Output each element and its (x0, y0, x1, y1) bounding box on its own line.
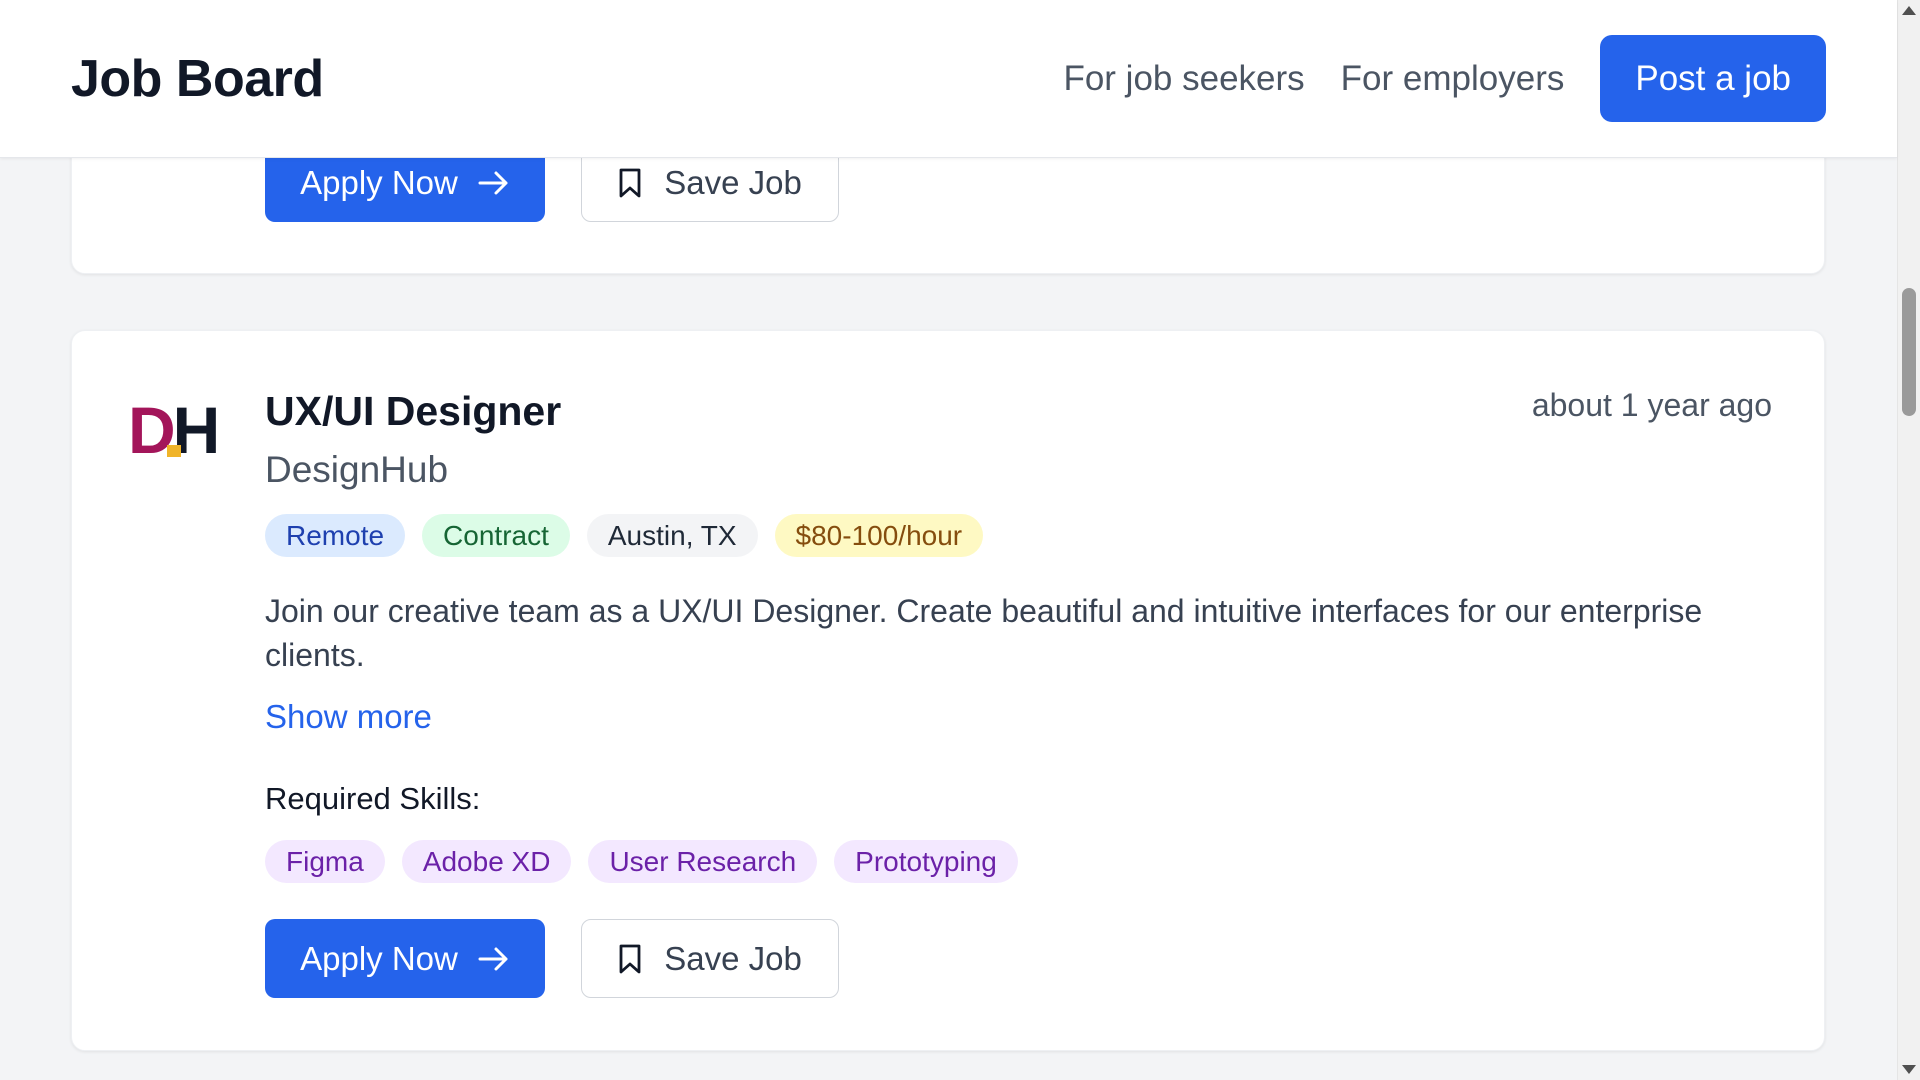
bookmark-icon (618, 167, 642, 199)
main-nav: For job seekers For employers Post a job (1063, 35, 1826, 122)
job-description: Join our creative team as a UX/UI Design… (265, 593, 1703, 673)
company-logo: D H (128, 397, 228, 463)
tag-rate: $80-100/hour (774, 514, 984, 557)
arrow-right-icon (478, 946, 510, 972)
vertical-scrollbar[interactable] (1897, 0, 1920, 1080)
post-job-button[interactable]: Post a job (1600, 35, 1826, 122)
job-card: D H UX/UI Designer DesignHub about 1 yea… (71, 330, 1825, 1051)
brand-title[interactable]: Job Board (71, 49, 324, 109)
required-skills-label: Required Skills: (265, 781, 481, 816)
page: Job Board For job seekers For employers … (0, 0, 1920, 1080)
card-actions: Apply Now Save Job (265, 919, 839, 998)
nav-job-seekers[interactable]: For job seekers (1063, 59, 1304, 99)
company-name: DesignHub (265, 449, 449, 490)
tag-location: Austin, TX (586, 514, 758, 557)
apply-now-button[interactable]: Apply Now (265, 919, 545, 998)
skill-badge: Adobe XD (401, 840, 572, 883)
job-title[interactable]: UX/UI Designer (265, 388, 561, 435)
nav-employers[interactable]: For employers (1341, 59, 1565, 99)
scroll-up-arrow-icon[interactable] (1902, 6, 1916, 15)
tag-contract: Contract (422, 514, 570, 557)
skill-badge: User Research (588, 840, 818, 883)
scroll-down-arrow-icon[interactable] (1902, 1065, 1916, 1074)
site-header: Job Board For job seekers For employers … (0, 0, 1897, 158)
logo-accent (166, 445, 181, 457)
scrollbar-thumb[interactable] (1902, 288, 1916, 416)
apply-label: Apply Now (300, 163, 458, 201)
tag-remote: Remote (265, 514, 406, 557)
skill-badge: Prototyping (834, 840, 1018, 883)
skill-badge: Figma (265, 840, 385, 883)
save-label: Save Job (664, 939, 802, 977)
logo-letter-h: H (166, 397, 220, 463)
posted-time: about 1 year ago (1531, 387, 1772, 423)
save-label: Save Job (664, 163, 802, 201)
bookmark-icon (618, 943, 642, 975)
apply-label: Apply Now (300, 939, 458, 977)
show-more-link[interactable]: Show more (265, 698, 432, 736)
job-tags: Remote Contract Austin, TX $80-100/hour (265, 514, 984, 557)
save-job-button[interactable]: Save Job (581, 919, 839, 998)
arrow-right-icon (478, 170, 510, 196)
skills-list: Figma Adobe XD User Research Prototyping (265, 840, 1018, 883)
